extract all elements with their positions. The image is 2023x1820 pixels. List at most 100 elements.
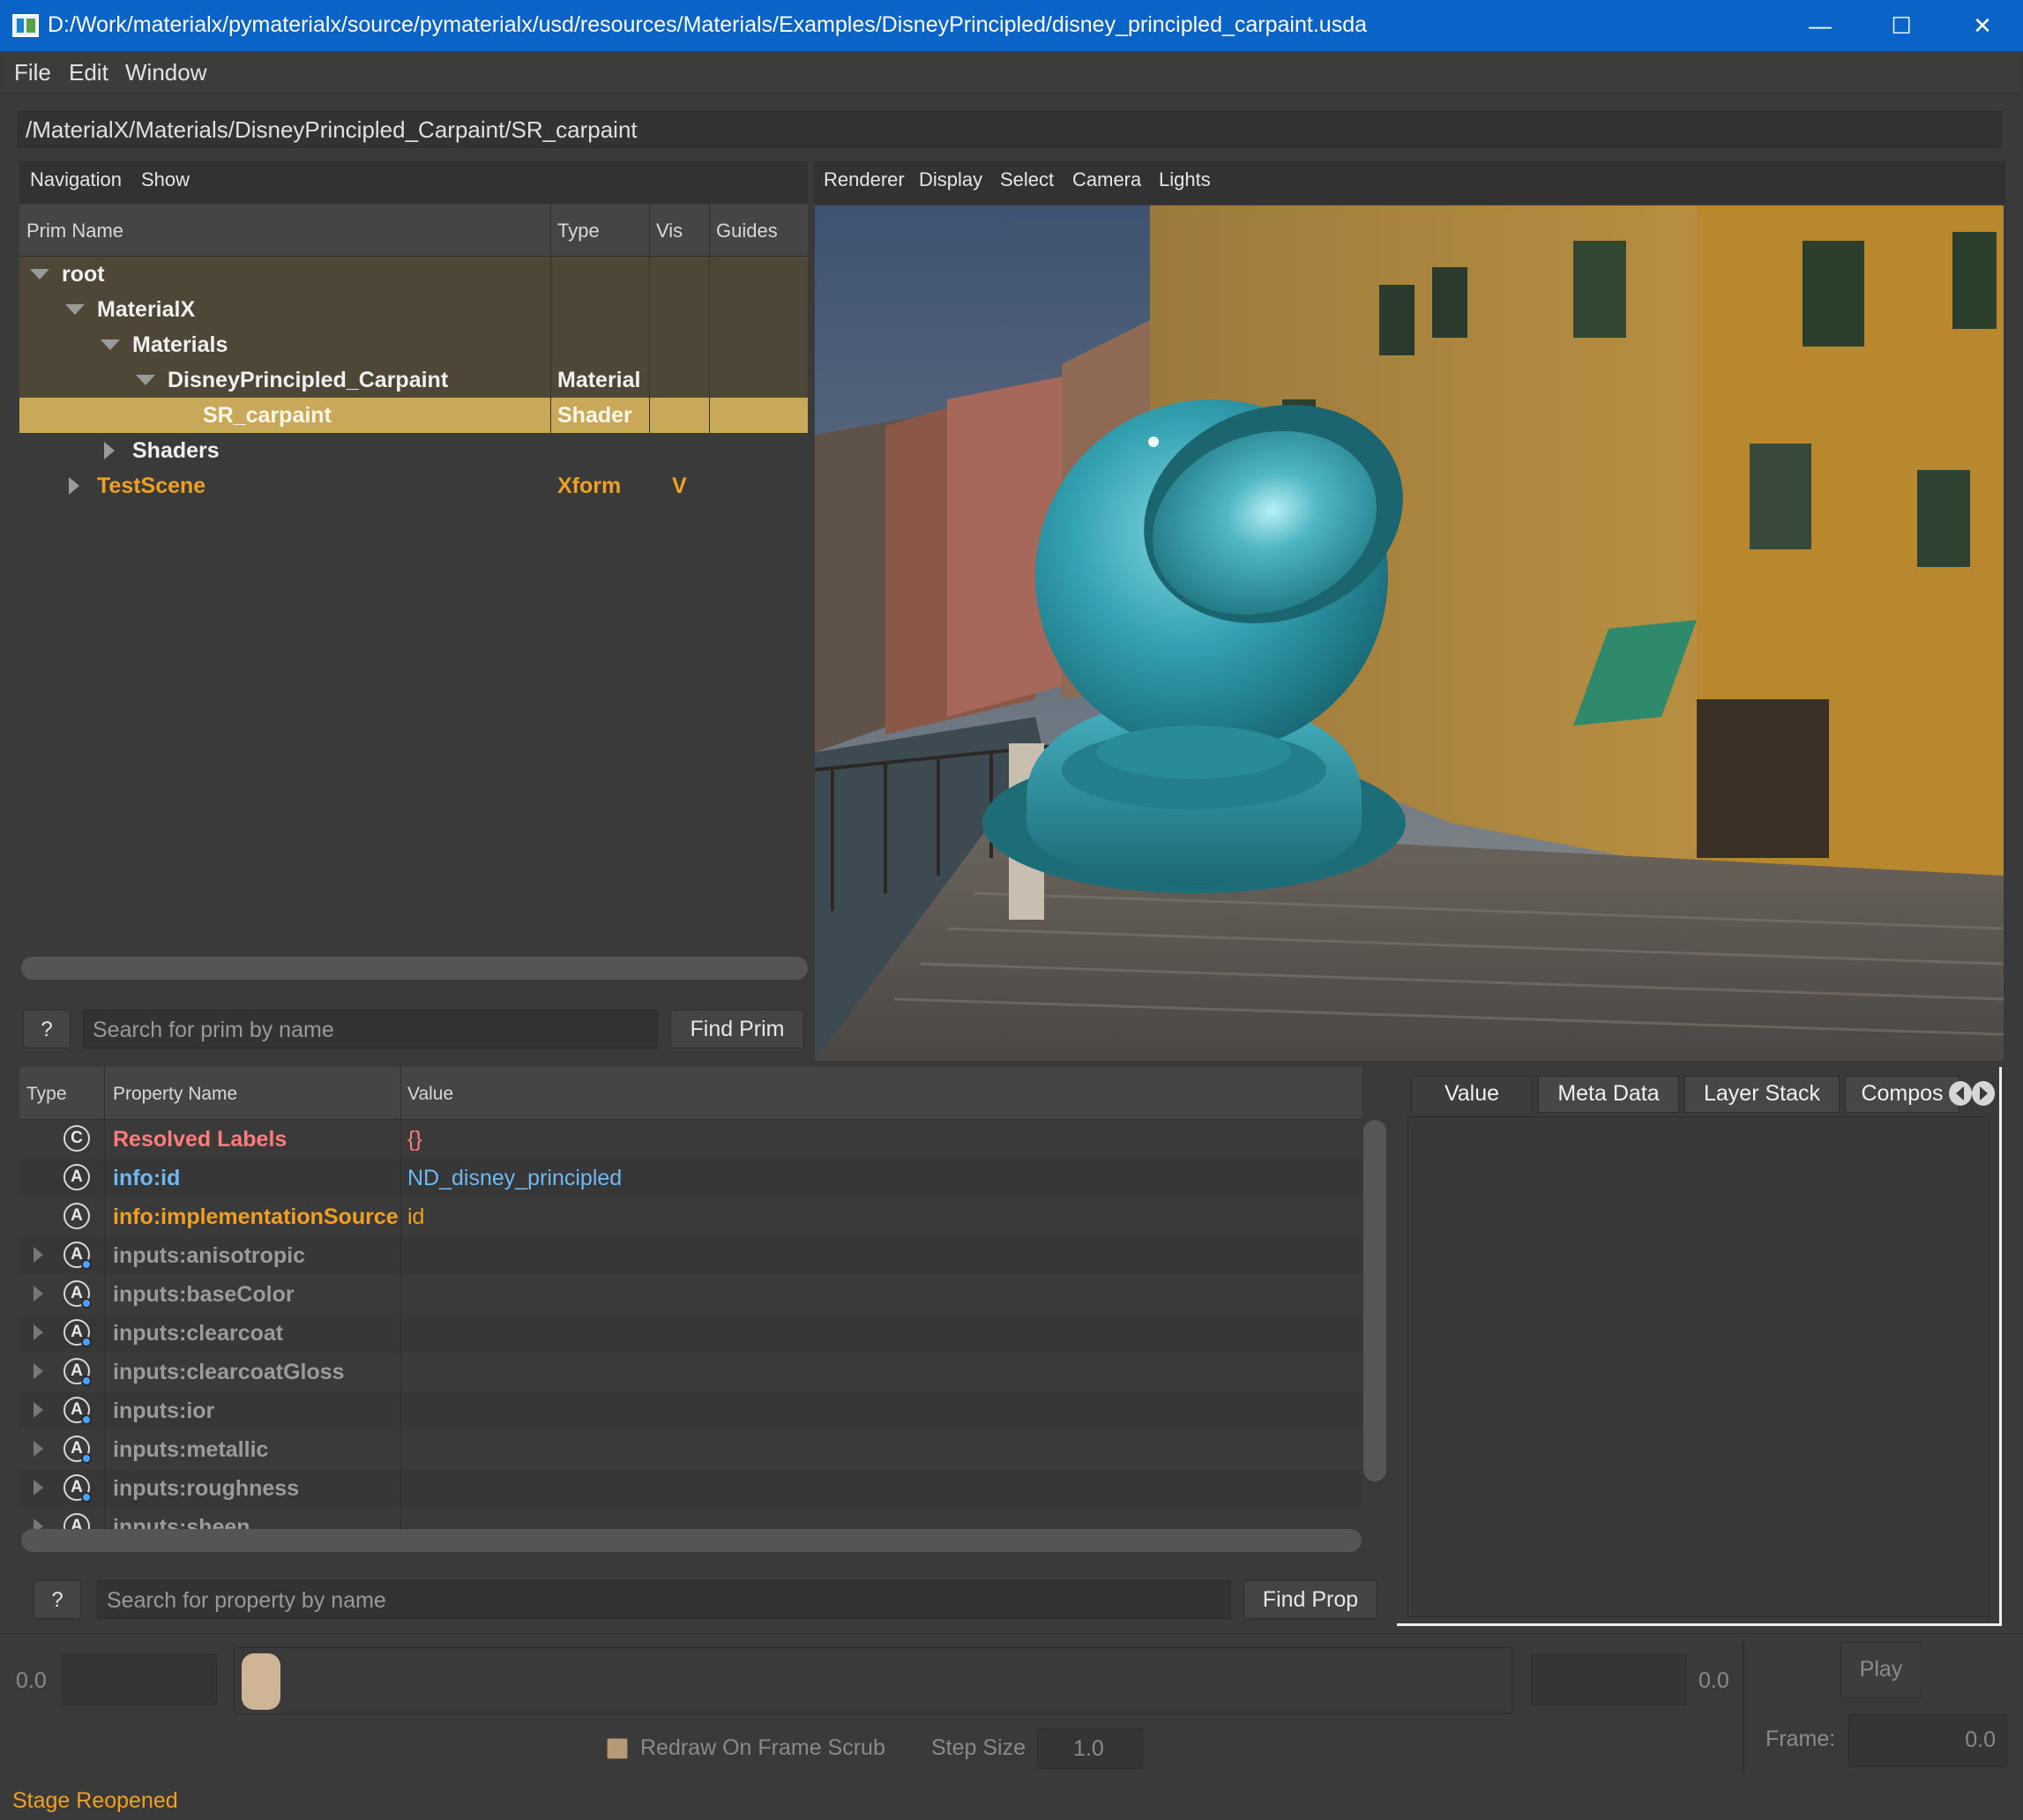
property-name: Resolved Labels xyxy=(113,1127,287,1152)
collapse-arrow-icon[interactable] xyxy=(30,269,49,280)
prim-help-button[interactable]: ? xyxy=(23,1010,71,1048)
find-prim-button[interactable]: Find Prim xyxy=(670,1010,804,1048)
property-row[interactable]: C Resolved Labels {} xyxy=(19,1120,1362,1159)
tab-meta-data[interactable]: Meta Data xyxy=(1538,1076,1679,1113)
expand-arrow-icon[interactable] xyxy=(69,477,79,495)
rendered-scene xyxy=(815,205,2004,1061)
viewport-menu: Renderer Display Select Camera Lights xyxy=(813,161,2005,204)
column-prop-type[interactable]: Type xyxy=(26,1084,67,1105)
property-name: inputs:metallic xyxy=(113,1437,269,1462)
frame-value: 0.0 xyxy=(1965,1727,1996,1752)
expand-arrow-icon[interactable] xyxy=(104,442,115,459)
play-button[interactable]: Play xyxy=(1840,1642,1922,1698)
column-prim-name[interactable]: Prim Name xyxy=(26,220,123,242)
property-search-input[interactable]: Search for property by name xyxy=(97,1580,1231,1619)
prim-name: Materials xyxy=(132,332,228,357)
step-size-value: 1.0 xyxy=(1073,1736,1104,1761)
property-name: inputs:ior xyxy=(113,1399,215,1423)
prim-row[interactable]: DisneyPrincipled_Carpaint Material xyxy=(19,362,808,398)
property-row[interactable]: Ainfo:implementationSource id xyxy=(19,1197,1362,1236)
property-row[interactable]: Ainputs:anisotropic xyxy=(19,1236,1362,1275)
frame-slider-handle[interactable] xyxy=(242,1653,280,1710)
tab-value[interactable]: Value xyxy=(1411,1076,1533,1113)
expand-arrow-icon[interactable] xyxy=(34,1402,43,1418)
render-view[interactable] xyxy=(815,205,2004,1061)
step-size-field[interactable]: 1.0 xyxy=(1037,1728,1143,1769)
prim-search-input[interactable]: Search for prim by name xyxy=(83,1010,658,1048)
property-name: inputs:anisotropic xyxy=(113,1243,306,1268)
property-panel: Type Property Name Value C Resolved Label… xyxy=(19,1067,1395,1631)
property-row[interactable]: Ainputs:roughness xyxy=(19,1469,1362,1508)
property-help-button[interactable]: ? xyxy=(34,1580,81,1619)
connection-dot-icon xyxy=(81,1492,92,1503)
expand-arrow-icon[interactable] xyxy=(34,1247,43,1263)
property-value: {} xyxy=(407,1127,422,1152)
property-name: inputs:clearcoat xyxy=(113,1321,284,1346)
prim-row[interactable]: MaterialX xyxy=(19,292,808,327)
menu-show[interactable]: Show xyxy=(141,168,190,191)
end-frame-label: 0.0 xyxy=(1698,1668,1729,1693)
menu-bar: File Edit Window xyxy=(4,51,2019,93)
column-prop-value[interactable]: Value xyxy=(407,1084,453,1105)
find-prop-button[interactable]: Find Prop xyxy=(1243,1580,1377,1619)
computed-property-icon: C xyxy=(63,1125,90,1152)
property-row[interactable]: Ainputs:clearcoat xyxy=(19,1314,1362,1353)
collapse-arrow-icon[interactable] xyxy=(101,339,120,350)
prim-row[interactable]: TestScene Xform V xyxy=(19,468,808,503)
menu-renderer[interactable]: Renderer xyxy=(824,168,905,191)
menu-select[interactable]: Select xyxy=(1000,168,1054,191)
close-button[interactable]: ✕ xyxy=(1942,0,2023,51)
column-type[interactable]: Type xyxy=(557,220,600,242)
maximize-button[interactable]: ☐ xyxy=(1861,0,1942,51)
prim-name: DisneyPrincipled_Carpaint xyxy=(168,368,449,392)
prim-name: root xyxy=(62,262,105,287)
expand-arrow-icon[interactable] xyxy=(34,1480,43,1496)
prim-row[interactable]: Materials xyxy=(19,327,808,362)
frame-field[interactable]: 0.0 xyxy=(1848,1714,2007,1767)
tab-scroll-left-icon[interactable] xyxy=(1949,1081,1972,1106)
collapse-arrow-icon[interactable] xyxy=(136,375,155,385)
expand-arrow-icon[interactable] xyxy=(34,1441,43,1457)
expand-arrow-icon[interactable] xyxy=(34,1363,43,1379)
property-row[interactable]: Ainputs:baseColor xyxy=(19,1275,1362,1314)
prim-row[interactable]: SR_carpaint Shader xyxy=(19,398,808,433)
column-vis[interactable]: Vis xyxy=(656,220,683,242)
redraw-checkbox[interactable] xyxy=(607,1738,628,1759)
end-frame-field[interactable] xyxy=(1531,1654,1686,1705)
prim-path-field[interactable]: /MaterialX/Materials/DisneyPrincipled_Ca… xyxy=(18,111,2002,148)
attribute-icon: A xyxy=(63,1203,90,1229)
menu-lights[interactable]: Lights xyxy=(1159,168,1211,191)
property-row[interactable]: Ainputs:ior xyxy=(19,1391,1362,1430)
prim-tree-scrollbar[interactable] xyxy=(21,957,808,980)
menu-edit[interactable]: Edit xyxy=(69,59,108,86)
column-guides[interactable]: Guides xyxy=(716,220,778,242)
prim-row[interactable]: Shaders xyxy=(19,433,808,468)
start-frame-field[interactable] xyxy=(62,1654,217,1705)
prim-type: Shader xyxy=(557,403,632,428)
menu-display[interactable]: Display xyxy=(919,168,982,191)
connection-dot-icon xyxy=(81,1453,92,1464)
window-title: D:/Work/materialx/pymaterialx/source/pym… xyxy=(48,12,1367,37)
prim-visibility[interactable]: V xyxy=(672,474,687,499)
property-row[interactable]: Ainputs:metallic xyxy=(19,1430,1362,1469)
tab-layer-stack[interactable]: Layer Stack xyxy=(1684,1076,1840,1113)
prim-name: MaterialX xyxy=(97,297,196,322)
menu-file[interactable]: File xyxy=(14,59,51,86)
frame-slider[interactable] xyxy=(234,1647,1512,1714)
property-row[interactable]: Ainputs:clearcoatGloss xyxy=(19,1353,1362,1391)
prim-row[interactable]: root xyxy=(19,257,808,292)
expand-arrow-icon[interactable] xyxy=(34,1286,43,1302)
property-row[interactable]: Ainfo:id ND_disney_principled xyxy=(19,1159,1362,1197)
minimize-button[interactable]: — xyxy=(1780,0,1861,51)
expand-arrow-icon[interactable] xyxy=(34,1324,43,1340)
property-vertical-scrollbar[interactable] xyxy=(1363,1120,1386,1481)
menu-camera[interactable]: Camera xyxy=(1072,168,1141,191)
tab-scroll-right-icon[interactable] xyxy=(1972,1081,1995,1106)
app-icon xyxy=(12,14,39,37)
tab-composition[interactable]: Compos xyxy=(1845,1076,1960,1113)
menu-window[interactable]: Window xyxy=(125,59,206,86)
column-prop-name[interactable]: Property Name xyxy=(113,1084,237,1105)
menu-navigation[interactable]: Navigation xyxy=(30,168,122,191)
collapse-arrow-icon[interactable] xyxy=(65,304,85,315)
property-horizontal-scrollbar[interactable] xyxy=(21,1529,1362,1552)
